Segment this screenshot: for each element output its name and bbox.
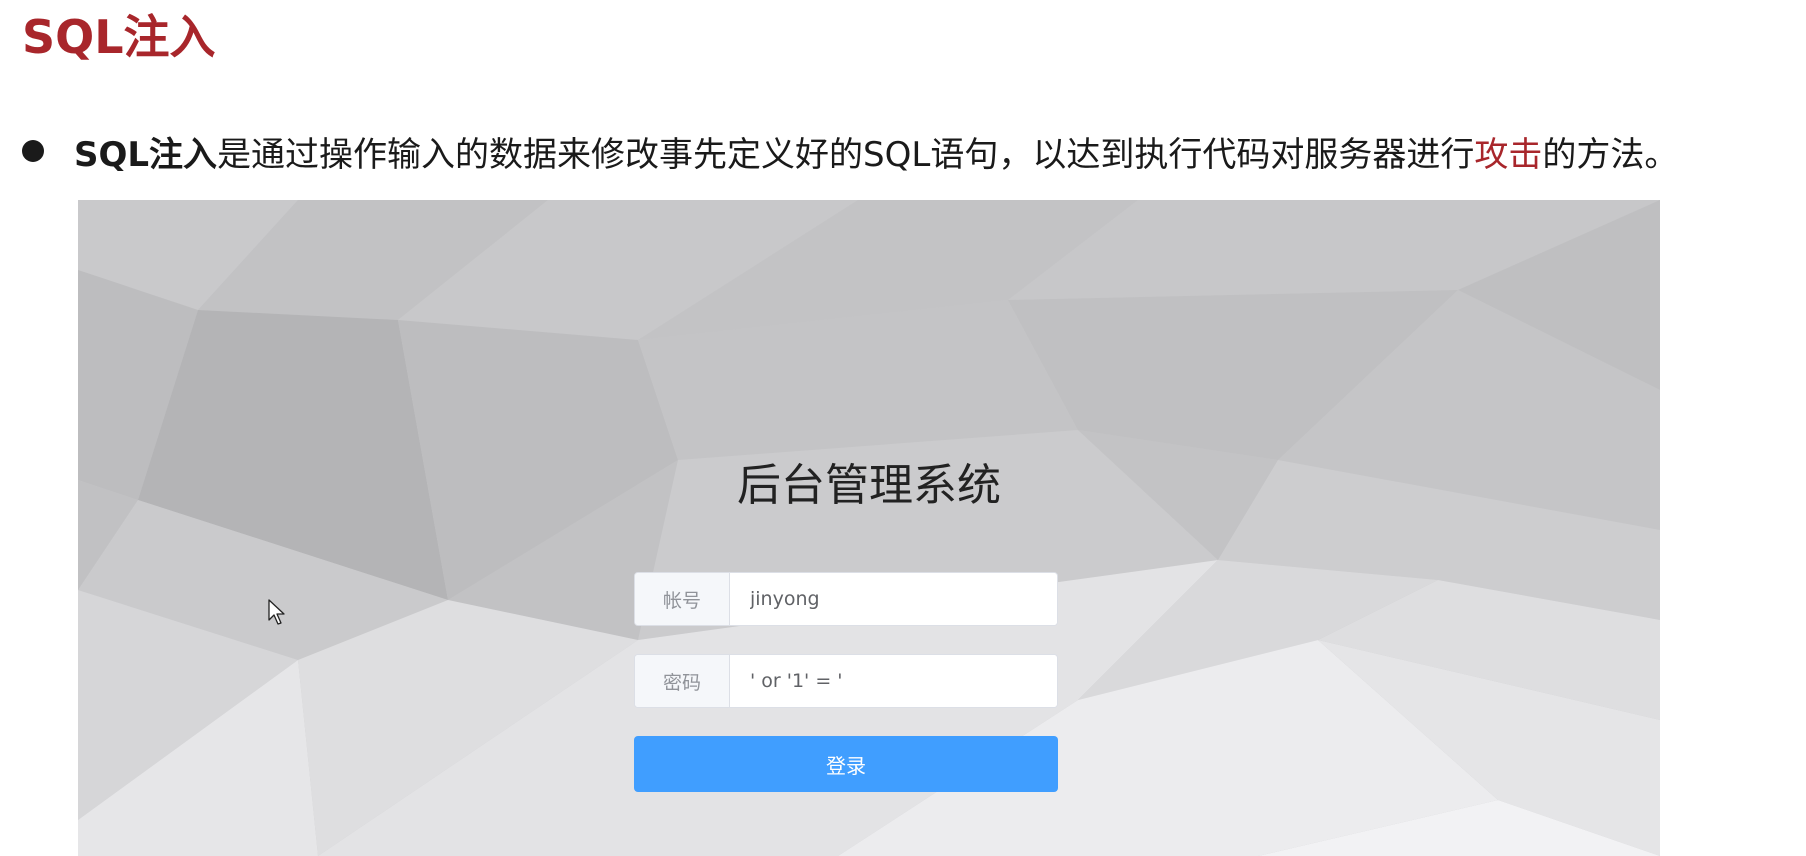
login-title: 后台管理系统	[737, 460, 1001, 511]
bullet-text-before: 是通过操作输入的数据来修改事先定义好的SQL语句，以达到执行代码对服务器进行	[217, 134, 1475, 175]
account-label: 帐号	[635, 573, 730, 625]
login-page-screenshot: 后台管理系统 帐号 密码 登录	[78, 200, 1660, 856]
mouse-cursor-icon	[268, 599, 285, 625]
account-field[interactable]: 帐号	[634, 572, 1058, 626]
bullet-point: SQL注入 是通过操作输入的数据来修改事先定义好的SQL语句，以达到执行代码对服…	[22, 124, 1678, 178]
bullet-highlight: 攻击	[1474, 134, 1543, 175]
account-input[interactable]	[730, 573, 1057, 625]
password-input[interactable]	[730, 655, 1057, 707]
password-label: 密码	[635, 655, 730, 707]
password-field[interactable]: 密码	[634, 654, 1058, 708]
bullet-text-after: 的方法。	[1542, 134, 1679, 175]
login-button[interactable]: 登录	[634, 736, 1058, 792]
slide-title: SQL注入	[22, 10, 216, 64]
bullet-term: SQL注入	[74, 134, 218, 175]
bullet-dot-icon	[22, 140, 44, 162]
